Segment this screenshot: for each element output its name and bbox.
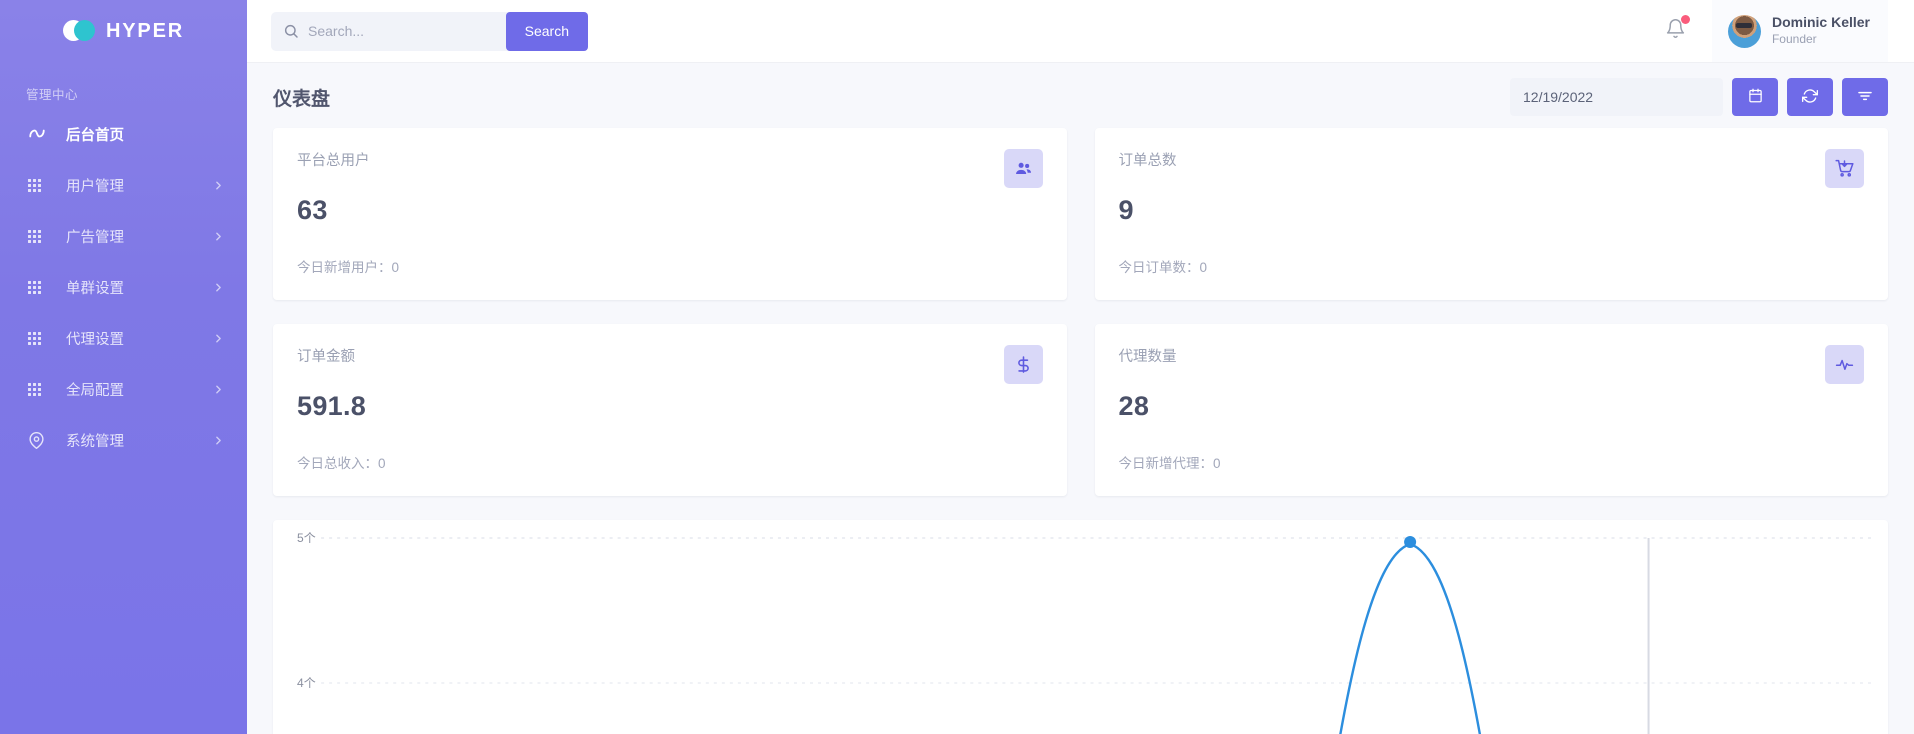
stat-title: 订单金额 bbox=[297, 345, 1043, 366]
sidebar-item-label: 用户管理 bbox=[66, 175, 212, 196]
brand-logo[interactable]: HYPER bbox=[0, 0, 247, 62]
stat-value: 63 bbox=[297, 195, 1043, 226]
grid-icon bbox=[28, 332, 50, 345]
page-header: 仪表盘 bbox=[273, 62, 1888, 128]
filter-button[interactable] bbox=[1842, 78, 1888, 116]
shopping-cart-icon bbox=[1825, 149, 1864, 188]
notification-badge-dot bbox=[1681, 15, 1690, 24]
chevron-right-icon bbox=[212, 434, 225, 447]
app-root: HYPER 管理中心 后台首页 用户管理 广告管理 bbox=[0, 0, 1914, 734]
date-input[interactable] bbox=[1510, 78, 1723, 116]
user-role: Founder bbox=[1772, 32, 1870, 48]
stat-title: 订单总数 bbox=[1119, 149, 1865, 170]
search-box[interactable]: Search bbox=[271, 12, 588, 51]
chevron-right-icon bbox=[212, 179, 225, 192]
sidebar-section-label: 管理中心 bbox=[0, 62, 247, 109]
content-area: 仪表盘 bbox=[247, 62, 1914, 734]
stat-subtext: 今日新增用户：0 bbox=[297, 256, 1043, 276]
stat-card-order-amount: 订单金额 591.8 今日总收入：0 bbox=[273, 324, 1067, 496]
chevron-right-icon bbox=[212, 230, 225, 243]
activity-icon bbox=[28, 126, 50, 144]
chevron-right-icon bbox=[212, 281, 225, 294]
page-header-actions bbox=[1510, 78, 1888, 116]
trend-chart[interactable]: 5个 4个 bbox=[273, 520, 1888, 734]
sidebar-item-global-config[interactable]: 全局配置 bbox=[0, 364, 247, 415]
search-button[interactable]: Search bbox=[506, 12, 588, 51]
main-area: Search Dominic Keller Founder bbox=[247, 0, 1914, 734]
sidebar-item-label: 单群设置 bbox=[66, 277, 212, 298]
user-info: Dominic Keller Founder bbox=[1772, 14, 1870, 47]
grid-icon bbox=[28, 179, 50, 192]
sidebar-item-ad-management[interactable]: 广告管理 bbox=[0, 211, 247, 262]
stat-subtext: 今日总收入：0 bbox=[297, 452, 1043, 472]
sidebar-item-label: 全局配置 bbox=[66, 379, 212, 400]
pulse-icon bbox=[1825, 345, 1864, 384]
refresh-icon bbox=[1802, 88, 1818, 107]
topbar-right: Dominic Keller Founder bbox=[1639, 0, 1888, 62]
stat-card-total-orders: 订单总数 9 今日订单数：0 bbox=[1095, 128, 1889, 300]
calendar-icon bbox=[1748, 88, 1763, 106]
grid-icon bbox=[28, 383, 50, 396]
stat-subtext: 今日新增代理：0 bbox=[1119, 452, 1865, 472]
stat-title: 平台总用户 bbox=[297, 149, 1043, 170]
page-title: 仪表盘 bbox=[273, 84, 330, 111]
sidebar-item-system-management[interactable]: 系统管理 bbox=[0, 415, 247, 466]
filter-icon bbox=[1857, 88, 1873, 107]
stat-title: 代理数量 bbox=[1119, 345, 1865, 366]
map-pin-icon bbox=[28, 432, 50, 449]
refresh-button[interactable] bbox=[1787, 78, 1833, 116]
grid-icon bbox=[28, 230, 50, 243]
sidebar-item-group-settings[interactable]: 单群设置 bbox=[0, 262, 247, 313]
brand-name: HYPER bbox=[106, 20, 184, 43]
user-name: Dominic Keller bbox=[1772, 14, 1870, 32]
chevron-right-icon bbox=[212, 332, 225, 345]
stat-card-total-users: 平台总用户 63 今日新增用户：0 bbox=[273, 128, 1067, 300]
sidebar-item-dashboard[interactable]: 后台首页 bbox=[0, 109, 247, 160]
chart-point-peak[interactable] bbox=[1404, 536, 1416, 548]
chevron-right-icon bbox=[212, 383, 225, 396]
hyper-circles-logo-icon bbox=[63, 20, 97, 42]
calendar-button[interactable] bbox=[1732, 78, 1778, 116]
stat-card-agent-count: 代理数量 28 今日新增代理：0 bbox=[1095, 324, 1889, 496]
user-menu[interactable]: Dominic Keller Founder bbox=[1712, 0, 1888, 62]
sidebar-item-agent-settings[interactable]: 代理设置 bbox=[0, 313, 247, 364]
dollar-icon bbox=[1004, 345, 1043, 384]
stat-value: 591.8 bbox=[297, 391, 1043, 422]
y-axis-tick-label: 4个 bbox=[297, 676, 316, 690]
bell-icon bbox=[1665, 26, 1686, 43]
chart-line-series bbox=[1310, 544, 1510, 734]
trend-chart-card: 5个 4个 bbox=[273, 520, 1888, 734]
topbar: Search Dominic Keller Founder bbox=[247, 0, 1914, 62]
sidebar-item-label: 后台首页 bbox=[66, 124, 225, 145]
search-icon bbox=[283, 23, 299, 39]
notifications-button[interactable] bbox=[1639, 18, 1712, 44]
stats-grid: 平台总用户 63 今日新增用户：0 订单总数 9 今日订单数：0 bbox=[273, 128, 1888, 496]
stat-subtext: 今日订单数：0 bbox=[1119, 256, 1865, 276]
stat-value: 28 bbox=[1119, 391, 1865, 422]
avatar bbox=[1728, 15, 1761, 48]
stat-value: 9 bbox=[1119, 195, 1865, 226]
sidebar-item-label: 代理设置 bbox=[66, 328, 212, 349]
users-icon bbox=[1004, 149, 1043, 188]
y-axis-tick-label: 5个 bbox=[297, 531, 316, 545]
sidebar: HYPER 管理中心 后台首页 用户管理 广告管理 bbox=[0, 0, 247, 734]
grid-icon bbox=[28, 281, 50, 294]
sidebar-item-label: 系统管理 bbox=[66, 430, 212, 451]
sidebar-item-label: 广告管理 bbox=[66, 226, 212, 247]
sidebar-item-user-management[interactable]: 用户管理 bbox=[0, 160, 247, 211]
